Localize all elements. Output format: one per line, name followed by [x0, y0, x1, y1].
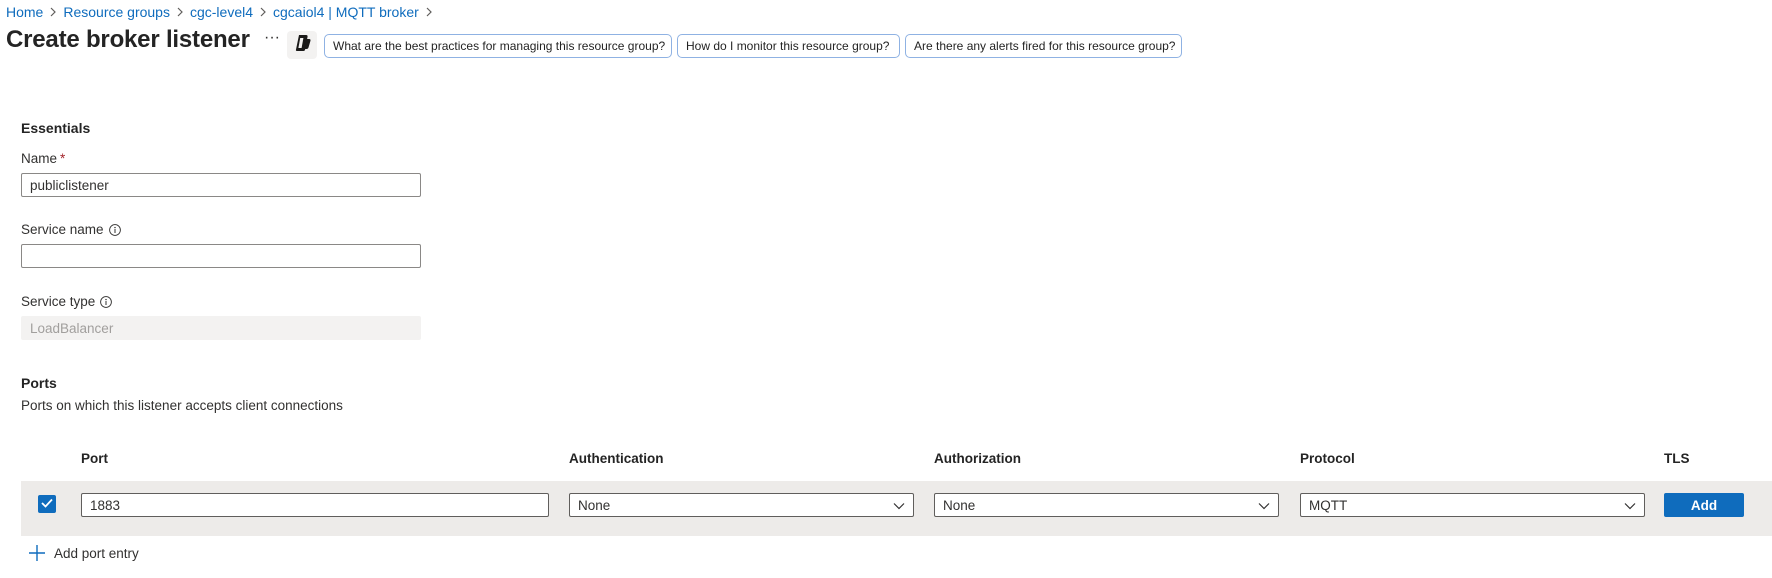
authorization-value: None [943, 497, 976, 513]
copilot-button[interactable] [287, 31, 317, 59]
column-header-authentication: Authentication [569, 451, 664, 466]
row-select-checkbox[interactable] [38, 495, 56, 513]
page-title: Create broker listener [6, 26, 250, 53]
suggestion-chip-monitor[interactable]: How do I monitor this resource group? [677, 34, 900, 58]
ports-description: Ports on which this listener accepts cli… [21, 398, 343, 413]
chevron-down-icon [893, 498, 905, 513]
port-value: 1883 [90, 497, 121, 513]
breadcrumb: Home Resource groups cgc-level4 cgcaiol4… [6, 2, 439, 22]
column-header-authorization: Authorization [934, 451, 1021, 466]
add-port-entry-button[interactable]: Add port entry [28, 544, 139, 562]
ports-heading: Ports [21, 375, 57, 391]
breadcrumb-mqtt-broker[interactable]: cgcaiol4 | MQTT broker [273, 4, 419, 20]
breadcrumb-resource-group[interactable]: cgc-level4 [190, 4, 253, 20]
protocol-dropdown[interactable]: MQTT [1300, 493, 1645, 517]
service-name-label-text: Service name [21, 222, 104, 237]
suggestion-chip-best-practices[interactable]: What are the best practices for managing… [324, 34, 672, 58]
authentication-value: None [578, 497, 611, 513]
name-label-text: Name [21, 151, 58, 166]
info-icon[interactable] [108, 223, 121, 236]
suggestion-chip-alerts[interactable]: Are there any alerts fired for this reso… [905, 34, 1182, 58]
service-name-label: Service name [21, 222, 121, 237]
breadcrumb-home[interactable]: Home [6, 4, 43, 20]
chevron-right-icon [43, 2, 63, 22]
plus-icon [28, 544, 46, 562]
chevron-right-icon [419, 2, 439, 22]
protocol-value: MQTT [1309, 497, 1348, 513]
add-port-entry-label: Add port entry [54, 545, 139, 561]
chevron-right-icon [253, 2, 273, 22]
checkmark-icon [41, 495, 53, 513]
name-label: Name * [21, 151, 65, 166]
column-header-port: Port [81, 451, 108, 466]
port-input[interactable]: 1883 [81, 493, 549, 517]
authentication-dropdown[interactable]: None [569, 493, 914, 517]
service-type-label: Service type [21, 294, 113, 309]
authorization-dropdown[interactable]: None [934, 493, 1279, 517]
breadcrumb-resource-groups[interactable]: Resource groups [63, 4, 170, 20]
column-header-protocol: Protocol [1300, 451, 1355, 466]
name-input[interactable]: publiclistener [21, 173, 421, 197]
info-icon[interactable] [100, 295, 113, 308]
copilot-icon [292, 34, 312, 57]
column-header-tls: TLS [1664, 451, 1690, 466]
chevron-right-icon [170, 2, 190, 22]
tls-add-button[interactable]: Add [1664, 493, 1744, 517]
service-type-label-text: Service type [21, 294, 96, 309]
service-name-input[interactable] [21, 244, 421, 268]
more-options-button[interactable]: ··· [262, 30, 282, 51]
service-type-field: LoadBalancer [21, 316, 421, 340]
chevron-down-icon [1624, 498, 1636, 513]
required-indicator: * [60, 151, 66, 166]
chevron-down-icon [1258, 498, 1270, 513]
essentials-heading: Essentials [21, 120, 91, 136]
